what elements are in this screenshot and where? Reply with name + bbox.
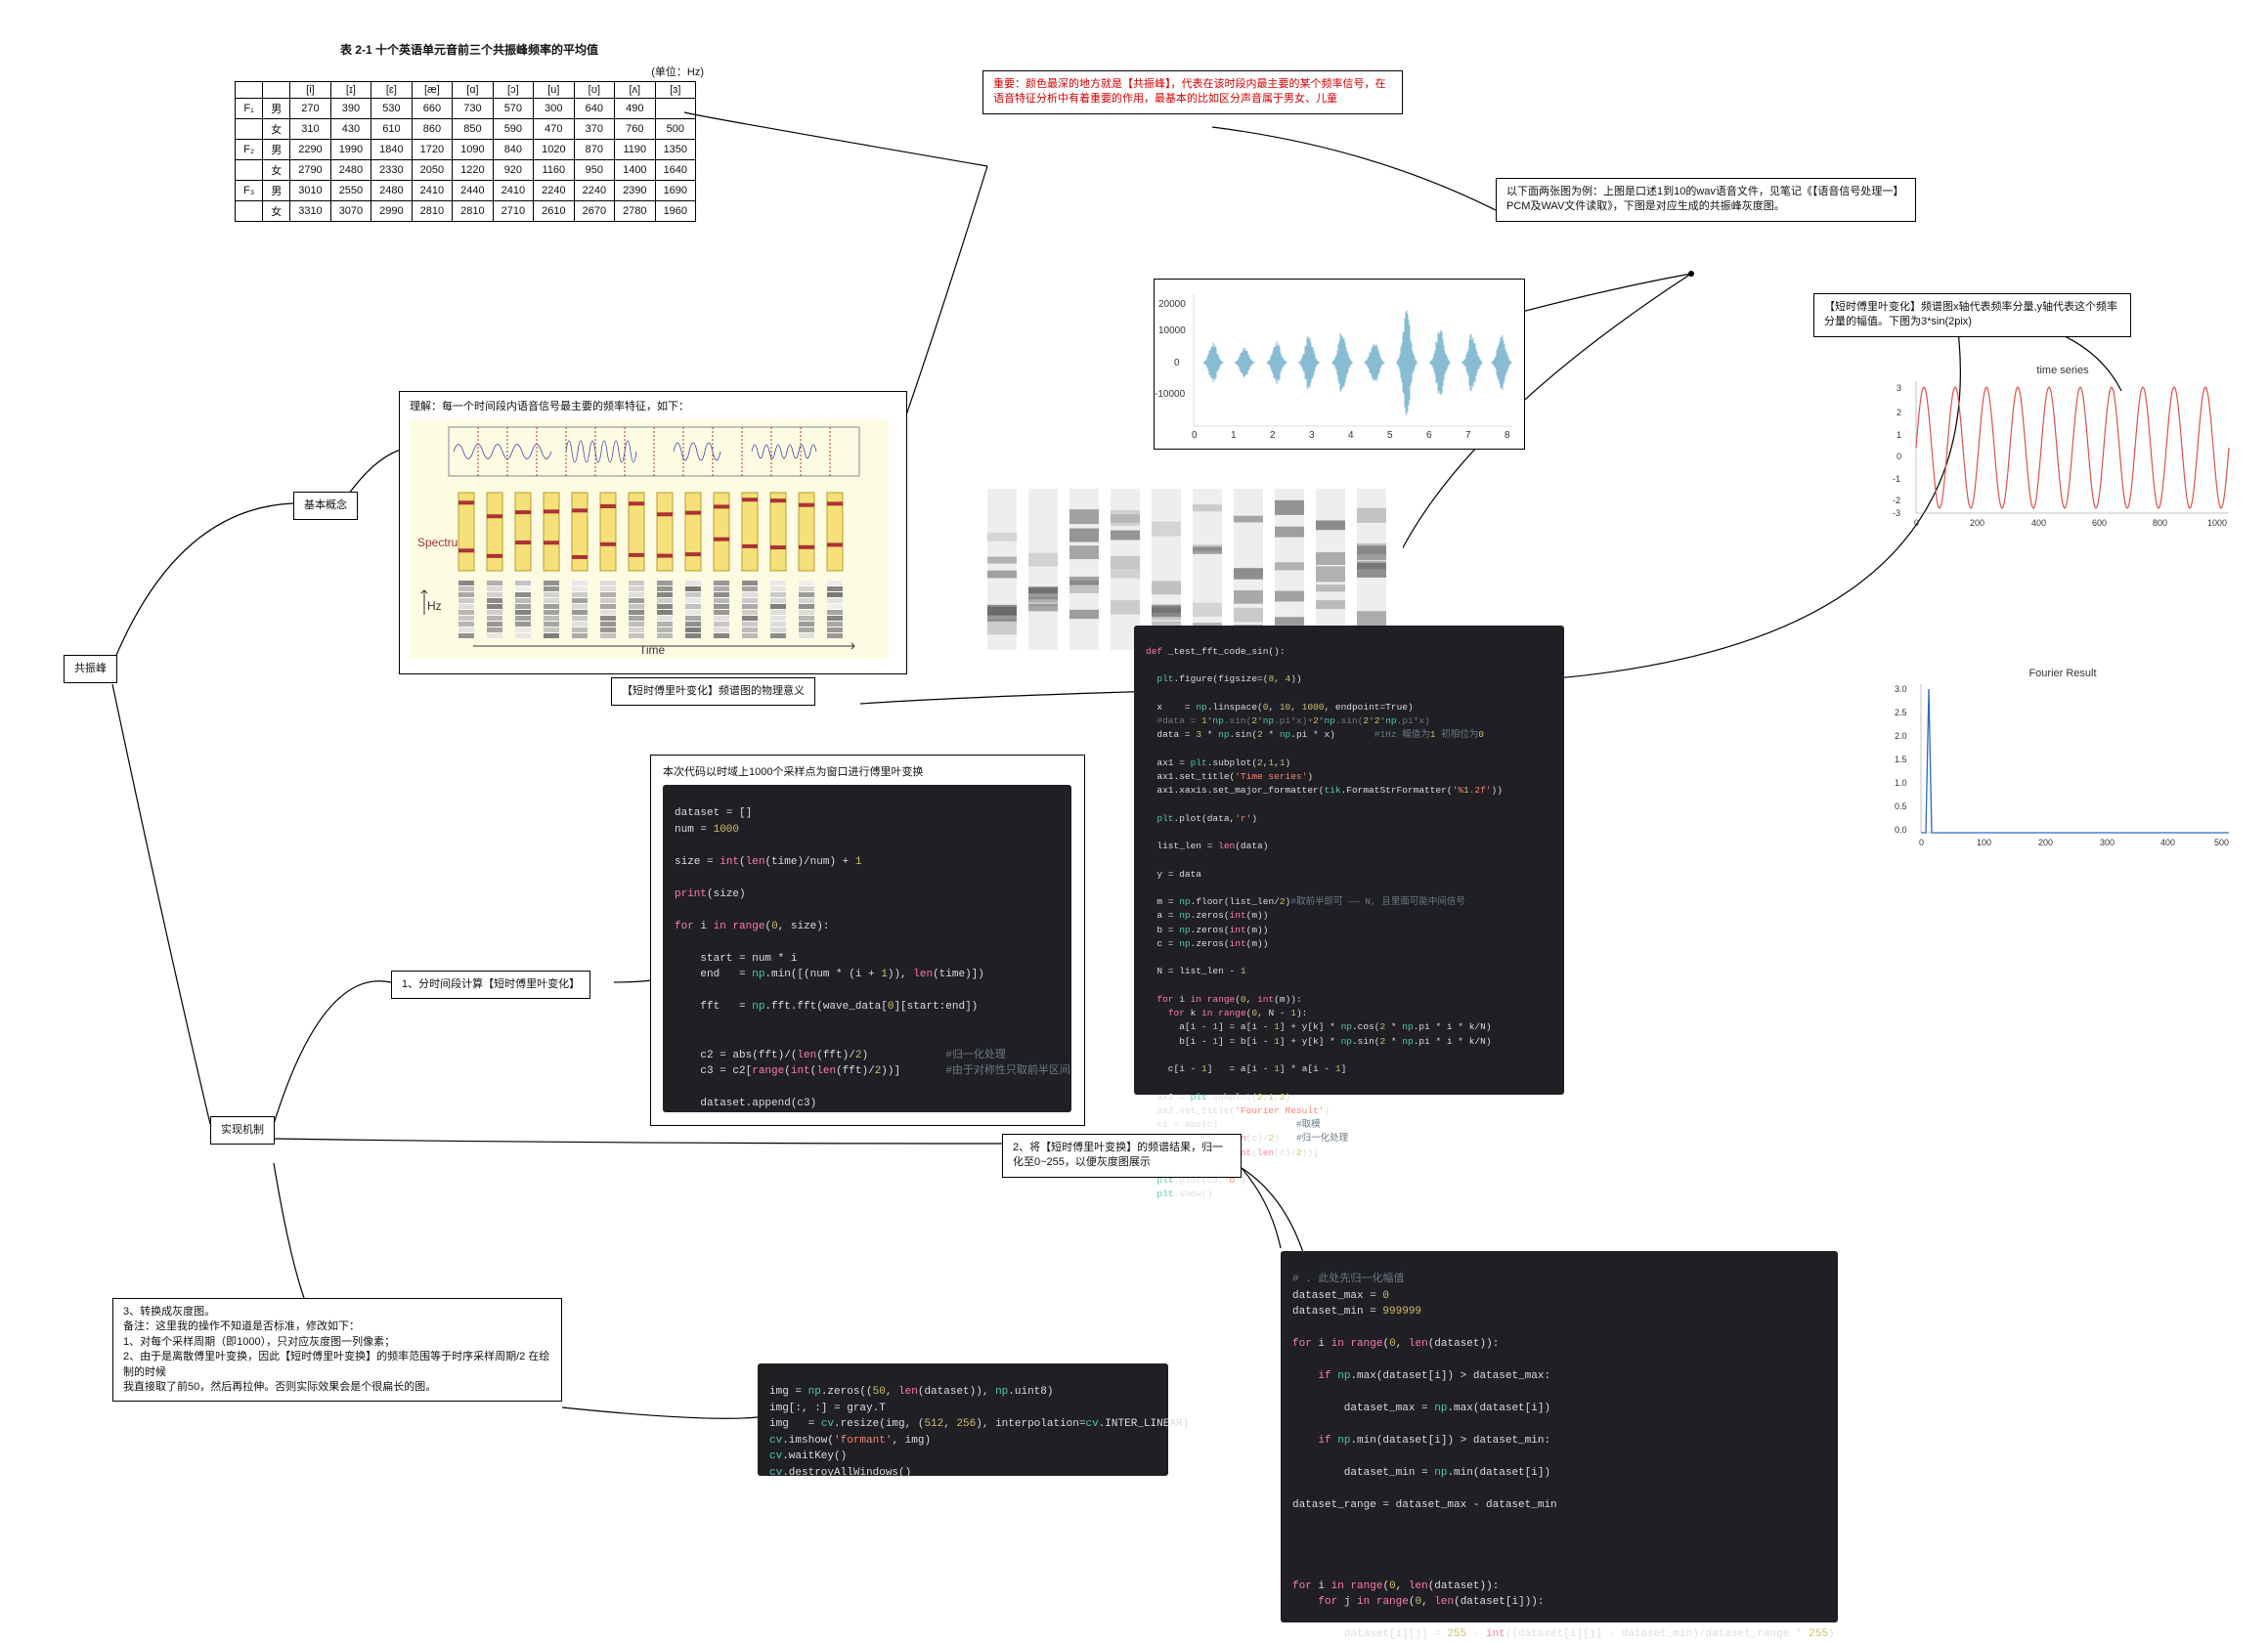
node-step3: 3、转换成灰度图。 备注：这里我的操作不知道是否标准，修改如下： 1、对每个采样… <box>112 1298 562 1402</box>
label-hz: Hz <box>427 599 442 613</box>
svg-text:3: 3 <box>1897 383 1901 393</box>
svg-text:400: 400 <box>2160 838 2175 847</box>
node-root: 共振峰 <box>64 655 117 683</box>
wav-plot: 20000 10000 0 -10000 0 1 2 3 4 5 6 7 8 <box>1154 279 1525 450</box>
svg-text:0: 0 <box>1919 838 1924 847</box>
svg-text:-2: -2 <box>1893 496 1900 505</box>
svg-text:0: 0 <box>1897 452 1901 461</box>
svg-text:3.0: 3.0 <box>1895 684 1907 694</box>
node-basic: 基本概念 <box>293 492 358 520</box>
svg-text:300: 300 <box>2100 838 2115 847</box>
svg-text:200: 200 <box>2038 838 2053 847</box>
svg-text:4: 4 <box>1348 430 1354 441</box>
code-grayscale: img = np.zeros((50, len(dataset)), np.ui… <box>758 1363 1168 1476</box>
svg-text:7: 7 <box>1465 430 1471 441</box>
svg-text:400: 400 <box>2031 518 2046 528</box>
node-red-important: 重要：颜色最深的地方就是【共振峰】，代表在该时段内最主要的某个频率信号，在语音特… <box>982 70 1403 114</box>
svg-text:1: 1 <box>1897 430 1901 440</box>
svg-text:600: 600 <box>2092 518 2107 528</box>
svg-text:0: 0 <box>1192 430 1198 441</box>
svg-text:1: 1 <box>1231 430 1237 441</box>
node-phys: 【短时傅里叶变化】频谱图的物理意义 <box>611 677 815 706</box>
table-caption: 表 2-1 十个英语单元音前三个共振峰频率的平均值 <box>235 41 704 58</box>
svg-text:10000: 10000 <box>1158 325 1186 336</box>
svg-text:time series: time series <box>2036 365 2089 376</box>
svg-text:8: 8 <box>1505 430 1510 441</box>
node-example: 以下面两张图为例：上图是口述1到10的wav语音文件，见笔记《【语音信号处理一】… <box>1496 178 1916 222</box>
step1-codewrap: 本次代码以时域上1000个采样点为窗口进行傅里叶变换 dataset = [] … <box>650 755 1085 1126</box>
svg-text:-1: -1 <box>1893 474 1900 484</box>
svg-text:20000: 20000 <box>1158 299 1186 310</box>
svg-text:2: 2 <box>1897 408 1901 417</box>
svg-text:2: 2 <box>1270 430 1276 441</box>
svg-text:3: 3 <box>1309 430 1315 441</box>
table-unit: (单位：Hz) <box>235 64 704 79</box>
svg-text:-3: -3 <box>1893 508 1900 518</box>
svg-text:2.5: 2.5 <box>1895 708 1907 717</box>
time-series-plot: time series 3 2 1 0 -1 -2 -3 0 200 400 600 800 1000 <box>1887 362 2239 538</box>
svg-text:800: 800 <box>2153 518 2167 528</box>
svg-text:5: 5 <box>1387 430 1393 441</box>
svg-text:100: 100 <box>1977 838 1991 847</box>
svg-text:200: 200 <box>1970 518 1984 528</box>
code-normalize: # . 此处先归一化幅值 dataset_max = 0 dataset_min… <box>1281 1251 1838 1622</box>
svg-text:-10000: -10000 <box>1155 389 1186 400</box>
step1-desc: 本次代码以时域上1000个采样点为窗口进行傅里叶变换 <box>663 763 1072 779</box>
code-plot-sin: def _test_fft_code_sin(): plt.figure(fig… <box>1134 626 1564 1095</box>
svg-text:2.0: 2.0 <box>1895 731 1907 741</box>
understand-text: 理解：每一个时间段内语音信号最主要的频率特征，如下： <box>410 398 896 413</box>
svg-text:0: 0 <box>1914 518 1919 528</box>
svg-text:0.5: 0.5 <box>1895 801 1907 811</box>
node-step2: 2、将【短时傅里叶变换】的频谱结果，归一化至0~255，以便灰度图展示 <box>1002 1134 1242 1178</box>
svg-text:6: 6 <box>1426 430 1432 441</box>
svg-text:Fourier Result: Fourier Result <box>2028 668 2096 679</box>
fourier-plot: Fourier Result 3.0 2.5 2.0 1.5 1.0 0.5 0.0 0 10… <box>1887 665 2239 860</box>
svg-text:0: 0 <box>1174 358 1180 368</box>
svg-text:500: 500 <box>2214 838 2229 847</box>
node-impl: 实现机制 <box>210 1116 275 1145</box>
concept-svg: Spectrum Hz Time <box>410 419 889 659</box>
understand-box: 理解：每一个时间段内语音信号最主要的频率特征，如下： Spectrum Hz T… <box>399 391 907 674</box>
concept-diagram: Spectrum Hz Time <box>410 419 889 659</box>
node-stft: 【短时傅里叶变化】频谱图x轴代表频率分量,y轴代表这个频率分量的幅值。下图为3*… <box>1813 293 2131 337</box>
node-step1: 1、分时间段计算【短时傅里叶变化】 <box>391 971 590 999</box>
label-time: Time <box>639 643 666 657</box>
code-fft-window: dataset = [] num = 1000 size = int(len(t… <box>663 785 1071 1112</box>
svg-text:0.0: 0.0 <box>1895 825 1907 835</box>
mindmap-canvas: 表 2-1 十个英语单元音前三个共振峰频率的平均值 (单位：Hz) [i][ɪ]… <box>0 0 2268 1642</box>
svg-text:1000: 1000 <box>2207 518 2227 528</box>
svg-text:1.0: 1.0 <box>1895 778 1907 788</box>
formant-table: 表 2-1 十个英语单元音前三个共振峰频率的平均值 (单位：Hz) [i][ɪ]… <box>235 41 704 222</box>
svg-text:1.5: 1.5 <box>1895 755 1907 764</box>
